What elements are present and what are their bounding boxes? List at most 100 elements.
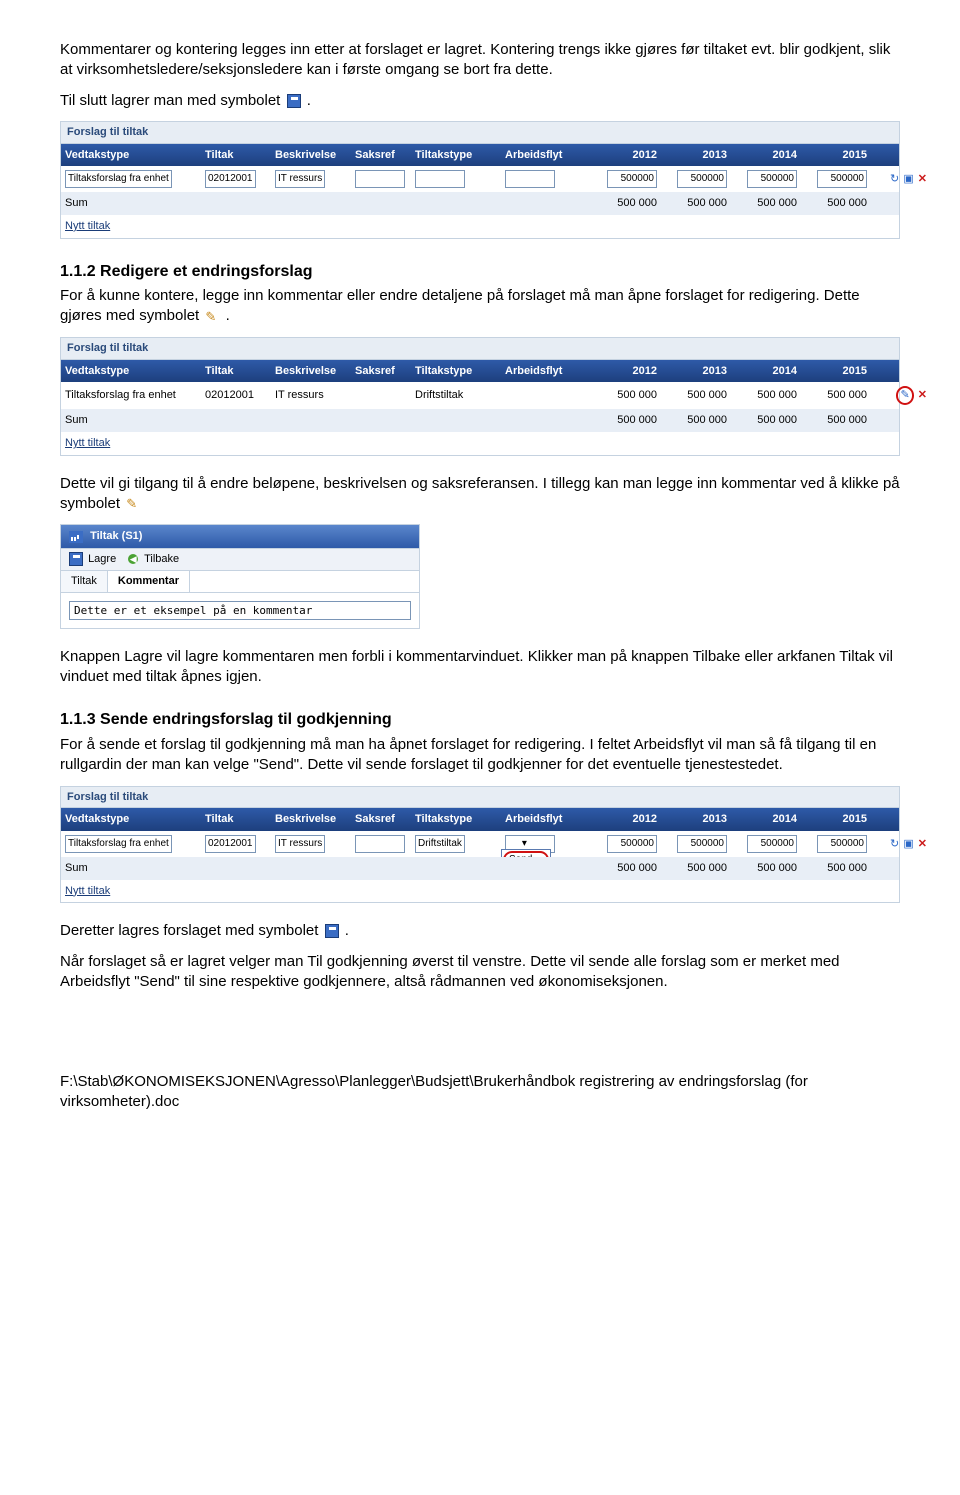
- val-2013[interactable]: 500000: [661, 166, 731, 192]
- sum-label: Sum: [61, 409, 201, 432]
- edit-row-icon[interactable]: ✎: [901, 389, 910, 401]
- sum-2014: 500 000: [731, 857, 801, 880]
- body-112: For å kunne kontere, legge inn kommentar…: [60, 286, 900, 327]
- beskr-input[interactable]: IT ressurs: [271, 831, 351, 857]
- beskr-cell: IT ressurs: [271, 384, 351, 407]
- refresh-icon[interactable]: ↻: [890, 838, 899, 850]
- col-saksref: Saksref: [351, 360, 411, 383]
- tiltak-table-1: Forslag til tiltak Vedtakstype Tiltak Be…: [60, 121, 900, 239]
- table-row-new[interactable]: Nytt tiltak: [61, 432, 899, 455]
- val-2015[interactable]: 500000: [801, 166, 871, 192]
- tiltak-table-3: Forslag til tiltak Vedtakstype Tiltak Be…: [60, 786, 900, 904]
- val-2012[interactable]: 500000: [591, 831, 661, 857]
- sum-2014: 500 000: [731, 192, 801, 215]
- tab-kommentar[interactable]: Kommentar: [108, 571, 190, 592]
- back-button-label: Tilbake: [144, 553, 179, 565]
- val-2014[interactable]: 500000: [731, 166, 801, 192]
- table-row: Tiltaksforslag fra enhet 02012001 IT res…: [61, 382, 899, 409]
- col-beskrivelse: Beskrivelse: [271, 144, 351, 167]
- table-row-new[interactable]: Nytt tiltak: [61, 215, 899, 238]
- comment-input[interactable]: [69, 601, 411, 620]
- intro-paragraph-1: Kommentarer og kontering legges inn ette…: [60, 40, 900, 81]
- tab-tiltak[interactable]: Tiltak: [61, 571, 108, 592]
- val-2012[interactable]: 500000: [591, 166, 661, 192]
- sum-2013: 500 000: [661, 192, 731, 215]
- sum-2014: 500 000: [731, 409, 801, 432]
- save-icon: [325, 924, 339, 938]
- col-beskrivelse: Beskrivelse: [271, 808, 351, 831]
- tiltak-input[interactable]: 02012001: [201, 166, 271, 192]
- body-112-text: For å kunne kontere, legge inn kommentar…: [60, 287, 860, 324]
- beskr-input[interactable]: IT ressurs: [271, 166, 351, 192]
- row-save-icon[interactable]: ▣: [903, 173, 913, 185]
- intro-paragraph-2: Til slutt lagrer man med symbolet .: [60, 91, 900, 111]
- table-row-sum: Sum 500 000 500 000 500 000 500 000: [61, 857, 899, 880]
- save-icon: [69, 552, 83, 566]
- arbeidsflyt-select[interactable]: [501, 166, 591, 192]
- after-t3-text: Deretter lagres forslaget med symbolet: [60, 922, 323, 939]
- heading-112: 1.1.2 Redigere et endringsforslag: [60, 261, 900, 283]
- refresh-icon[interactable]: ↻: [890, 173, 899, 185]
- col-tiltak: Tiltak: [201, 144, 271, 167]
- row-save-icon[interactable]: ▣: [903, 838, 913, 850]
- table-head-row: Vedtakstype Tiltak Beskrivelse Saksref T…: [61, 808, 899, 831]
- new-tiltak-link[interactable]: Nytt tiltak: [61, 215, 201, 238]
- mid-text: Dette vil gi tilgang til å endre beløpen…: [60, 475, 900, 512]
- saksref-input[interactable]: [351, 831, 411, 857]
- sum-2012: 500 000: [591, 192, 661, 215]
- after-table3-paragraph: Deretter lagres forslaget med symbolet .: [60, 921, 900, 941]
- val-2012: 500 000: [591, 384, 661, 407]
- col-valg: Valg: [871, 808, 931, 831]
- delete-icon[interactable]: ✕: [918, 838, 927, 850]
- col-valg: Valg: [871, 144, 931, 167]
- sum-2015: 500 000: [801, 409, 871, 432]
- chart-icon: [69, 531, 83, 543]
- col-valg: Valg: [871, 360, 931, 383]
- val-2015[interactable]: 500000: [801, 831, 871, 857]
- table-section-label: Forslag til tiltak: [61, 787, 899, 809]
- sum-2012: 500 000: [591, 857, 661, 880]
- comment-tabs: Tiltak Kommentar: [61, 571, 419, 593]
- new-tiltak-link[interactable]: Nytt tiltak: [61, 432, 201, 455]
- col-tiltakstype: Tiltakstype: [411, 808, 501, 831]
- col-2013: 2013: [661, 808, 731, 831]
- val-2015: 500 000: [801, 384, 871, 407]
- save-button[interactable]: Lagre: [67, 552, 116, 567]
- arbeidsflyt-select[interactable]: ▾ Send: [501, 831, 591, 857]
- tiltak-cell: 02012001: [201, 384, 271, 407]
- back-icon: ◀: [128, 554, 138, 564]
- post-comment-paragraph: Knappen Lagre vil lagre kommentaren men …: [60, 647, 900, 688]
- new-tiltak-link[interactable]: Nytt tiltak: [61, 880, 201, 903]
- col-2015: 2015: [801, 360, 871, 383]
- tiltakstype-select[interactable]: [411, 166, 501, 192]
- col-saksref: Saksref: [351, 144, 411, 167]
- val-2013[interactable]: 500000: [661, 831, 731, 857]
- sum-2013: 500 000: [661, 409, 731, 432]
- col-vedtakstype: Vedtakstype: [61, 360, 201, 383]
- table-row-new[interactable]: Nytt tiltak: [61, 880, 899, 903]
- vedtak-select[interactable]: Tiltaksforslag fra enhet: [61, 831, 201, 857]
- val-2013: 500 000: [661, 384, 731, 407]
- delete-icon[interactable]: ✕: [918, 389, 927, 401]
- col-2014: 2014: [731, 360, 801, 383]
- val-2014: 500 000: [731, 384, 801, 407]
- val-2014[interactable]: 500000: [731, 831, 801, 857]
- tiltakstype-select[interactable]: Driftstiltak: [411, 831, 501, 857]
- back-button[interactable]: ◀ Tilbake: [128, 552, 179, 567]
- col-2014: 2014: [731, 144, 801, 167]
- delete-icon[interactable]: ✕: [918, 173, 927, 185]
- col-2013: 2013: [661, 360, 731, 383]
- table-head-row: Vedtakstype Tiltak Beskrivelse Saksref T…: [61, 144, 899, 167]
- tiltak-input[interactable]: 02012001: [201, 831, 271, 857]
- col-2012: 2012: [591, 360, 661, 383]
- comment-toolbar: Lagre ◀ Tilbake: [61, 548, 419, 571]
- col-2015: 2015: [801, 808, 871, 831]
- sum-2015: 500 000: [801, 857, 871, 880]
- col-arbeidsflyt: Arbeidsflyt: [501, 808, 591, 831]
- tiltak-table-2: Forslag til tiltak Vedtakstype Tiltak Be…: [60, 337, 900, 456]
- vedtak-select[interactable]: Tiltaksforslag fra enhet: [61, 166, 201, 192]
- sum-label: Sum: [61, 857, 201, 880]
- table-section-label: Forslag til tiltak: [61, 122, 899, 144]
- send-option[interactable]: Send: [503, 851, 549, 857]
- saksref-input[interactable]: [351, 166, 411, 192]
